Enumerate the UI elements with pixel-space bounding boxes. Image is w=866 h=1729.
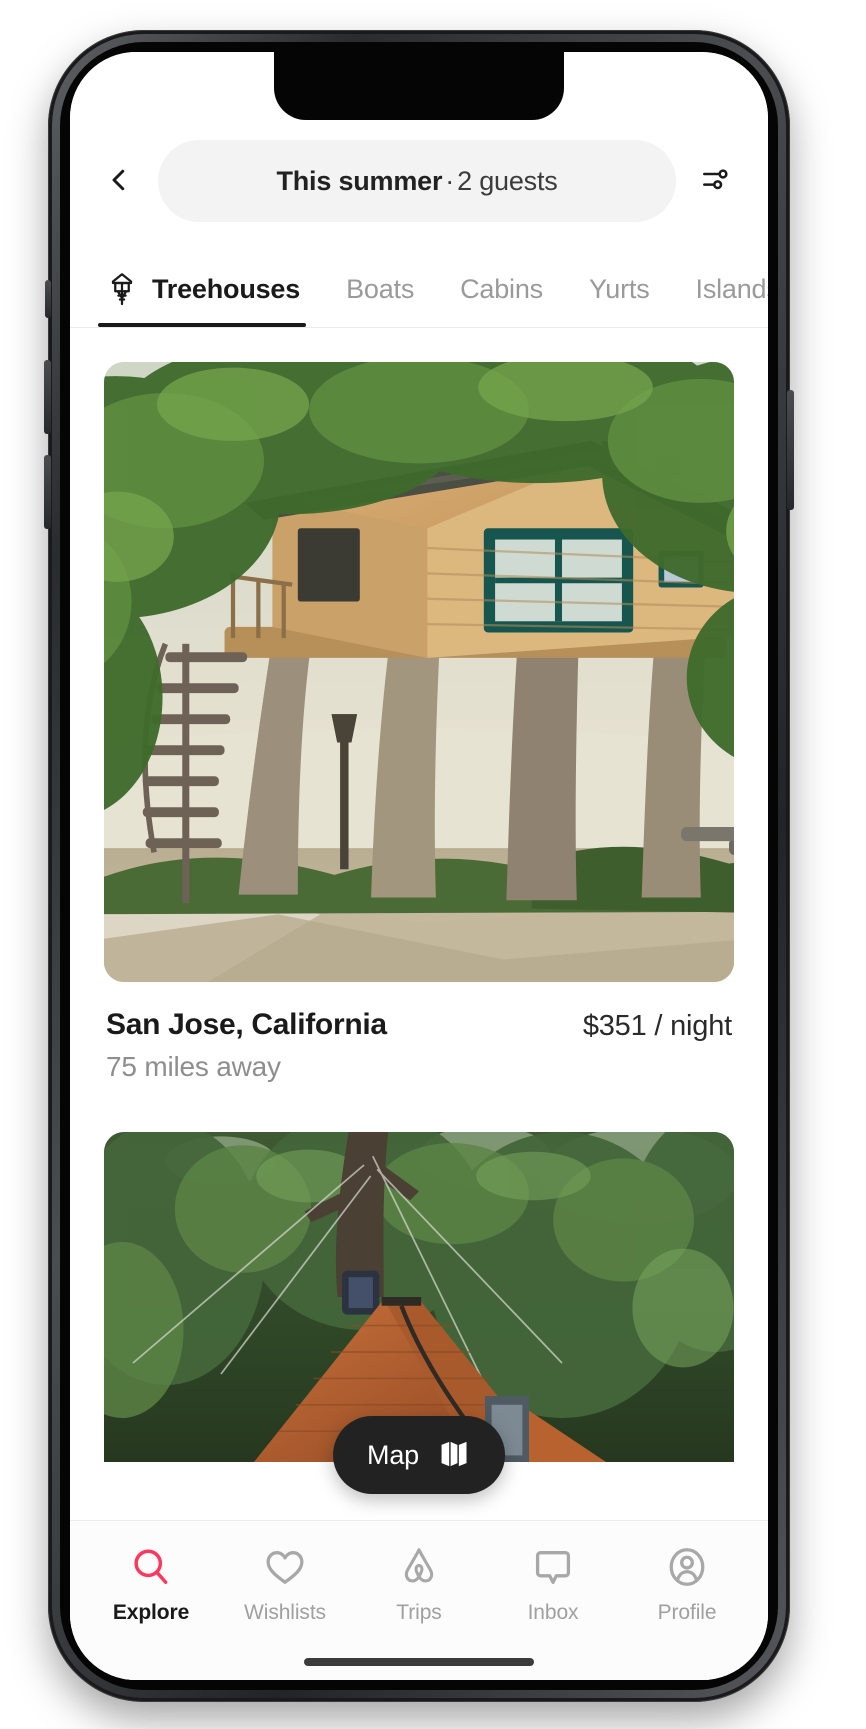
nav-item-inbox[interactable]: Inbox	[486, 1545, 620, 1625]
power-button[interactable]	[787, 390, 794, 510]
category-tab-label: Cabins	[460, 272, 543, 306]
category-tab-label: Treehouses	[152, 272, 300, 306]
listings-feed[interactable]: San Jose, California 75 miles away $351 …	[70, 328, 768, 1520]
top-app-bar: This summer·2 guests	[70, 130, 768, 232]
listing-title: San Jose, California	[106, 1006, 387, 1044]
bottom-navigation-bar: Explore Wishlists	[70, 1520, 768, 1680]
nav-item-wishlists[interactable]: Wishlists	[218, 1545, 352, 1625]
volume-down-button[interactable]	[44, 455, 51, 529]
map-toggle-button[interactable]: Map	[333, 1416, 505, 1494]
nav-label: Profile	[658, 1601, 717, 1625]
nav-label: Trips	[396, 1601, 441, 1625]
search-icon	[129, 1545, 173, 1589]
user-circle-icon	[665, 1545, 709, 1589]
mute-switch[interactable]	[45, 280, 51, 318]
home-indicator[interactable]	[304, 1658, 534, 1666]
nav-label: Inbox	[528, 1601, 579, 1625]
display-notch	[274, 52, 564, 120]
listing-card[interactable]: San Jose, California 75 miles away $351 …	[70, 328, 768, 1090]
category-tab-label: Boats	[346, 272, 414, 306]
search-dates: This summer	[276, 166, 442, 196]
heart-icon	[263, 1545, 307, 1589]
category-tab-boats[interactable]: Boats	[346, 232, 414, 327]
category-tab-scroller[interactable]: Treehouses Boats Cabins Yurts Island	[70, 232, 768, 327]
category-tab-label: Islands	[696, 272, 768, 306]
search-pill-button[interactable]: This summer·2 guests	[158, 140, 676, 222]
treehouse-icon	[104, 271, 140, 307]
search-guests: 2 guests	[457, 166, 557, 196]
category-tab-yurts[interactable]: Yurts	[589, 232, 650, 327]
airbnb-belo-icon	[397, 1545, 441, 1589]
category-tab-cabins[interactable]: Cabins	[460, 232, 543, 327]
treehouse-photo	[104, 362, 734, 982]
search-separator: ·	[442, 166, 457, 196]
airbnb-app: This summer·2 guests	[70, 52, 768, 1680]
phone-screen: This summer·2 guests	[70, 52, 768, 1680]
back-button[interactable]	[92, 154, 146, 208]
screenshot-stage: This summer·2 guests	[0, 0, 866, 1729]
listing-price: $351 / night	[583, 1006, 732, 1045]
category-tab-treehouses[interactable]: Treehouses	[104, 232, 300, 327]
listing-card[interactable]	[70, 1090, 768, 1462]
nav-label: Wishlists	[244, 1601, 326, 1625]
nav-item-profile[interactable]: Profile	[620, 1545, 754, 1625]
nav-label: Explore	[113, 1601, 189, 1625]
category-tab-label: Yurts	[589, 272, 650, 306]
phone-device-frame: This summer·2 guests	[48, 30, 790, 1702]
nav-item-trips[interactable]: Trips	[352, 1545, 486, 1625]
folded-map-icon	[437, 1437, 471, 1474]
listing-text-block: San Jose, California 75 miles away	[106, 1006, 387, 1090]
category-tab-islands[interactable]: Islands	[696, 232, 768, 327]
speech-bubble-icon	[531, 1545, 575, 1589]
volume-up-button[interactable]	[44, 360, 51, 434]
category-tab-bar[interactable]: Treehouses Boats Cabins Yurts Island	[70, 232, 768, 328]
listing-photo[interactable]	[104, 1132, 734, 1462]
nav-item-explore[interactable]: Explore	[84, 1545, 218, 1625]
shingled-treehouse-roof-photo	[104, 1132, 734, 1462]
listing-distance: 75 miles away	[106, 1044, 387, 1090]
search-pill-label: This summer·2 guests	[276, 166, 557, 197]
filters-button[interactable]	[688, 154, 742, 208]
chevron-left-icon	[104, 165, 134, 198]
filter-sliders-icon	[699, 164, 731, 199]
listing-photo[interactable]	[104, 362, 734, 982]
map-button-label: Map	[367, 1440, 419, 1471]
listing-meta: San Jose, California 75 miles away $351 …	[104, 982, 734, 1090]
